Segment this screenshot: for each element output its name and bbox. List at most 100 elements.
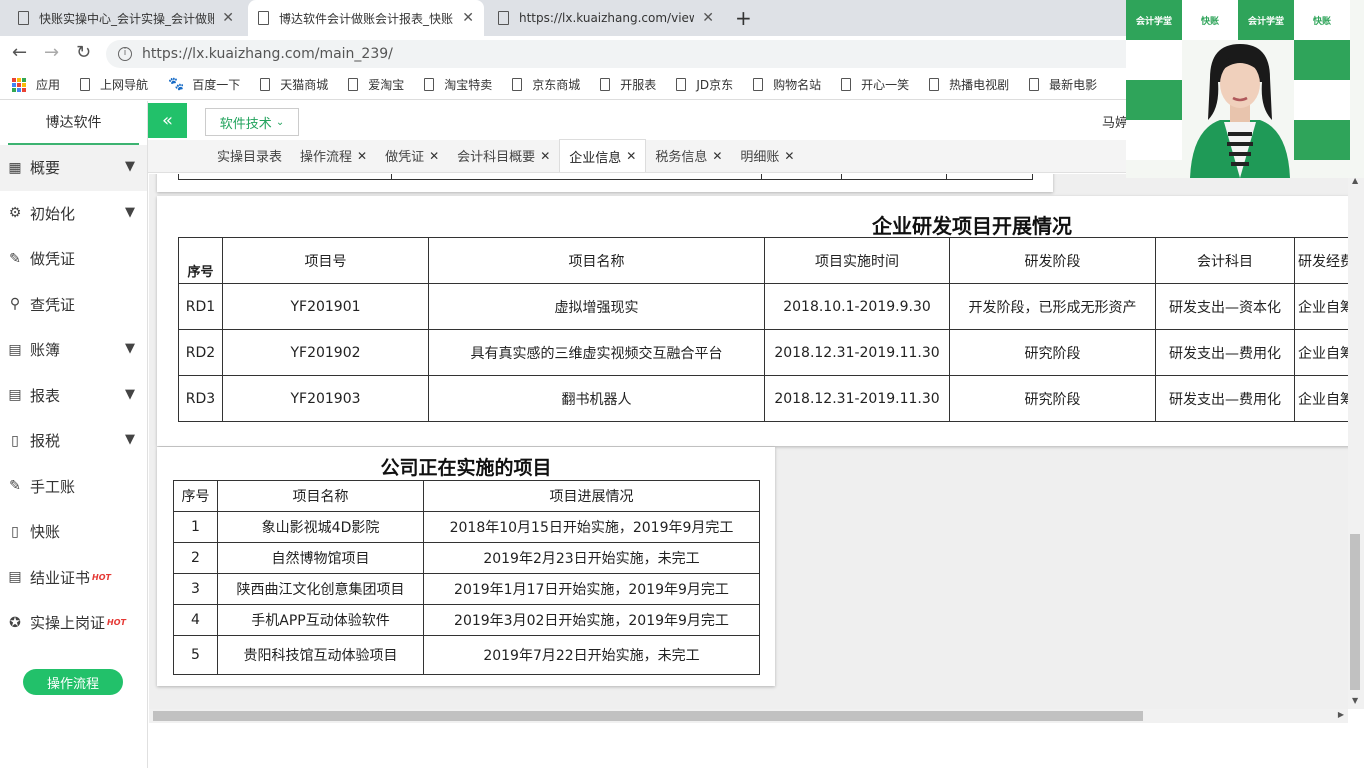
column-header: 研发阶段 [949, 237, 1156, 284]
table-cell: 3 [173, 573, 218, 605]
tab-make-voucher[interactable]: 做凭证 ✕ [376, 139, 448, 172]
bookmark-label: 热播电视剧 [949, 78, 1010, 92]
rd-section-title: 企业研发项目开展情况 [872, 214, 1072, 238]
logo-tile [1126, 80, 1182, 120]
browser-tab-active[interactable]: 博达软件会计做账会计报表_快账 ✕ [248, 0, 484, 36]
table-row: 2 自然博物馆项目 2019年2月23日开始实施，未完工 [173, 542, 760, 574]
tab-catalog[interactable]: 实操目录表 [208, 139, 291, 172]
bookmark-item[interactable]: JD京东 [676, 76, 733, 93]
table-cell: 2018.12.31-2019.11.30 [764, 329, 950, 376]
bookmark-apps[interactable]: 应用 [12, 76, 60, 93]
sidebar-item-ledger[interactable]: ▤ 账簿 ▼ [0, 327, 147, 373]
close-icon[interactable]: ✕ [462, 10, 474, 26]
scrollbar-thumb[interactable] [153, 711, 1143, 721]
reload-icon[interactable]: ↻ [76, 42, 91, 63]
bookmark-item[interactable]: 天猫商城 [260, 76, 328, 93]
table-row: RD2 YF201902 具有真实感的三维虚实视频交互融合平台 2018.12.… [178, 329, 1348, 376]
tab-tax-info[interactable]: 税务信息 ✕ [646, 139, 731, 172]
tab-detail-ledger[interactable]: 明细账 ✕ [731, 139, 803, 172]
bookmark-item[interactable]: 🐾 百度一下 [168, 76, 240, 93]
rd-projects-card: 企业研发项目开展情况 序号 项目号 项目名称 项目实施时间 研发阶段 会计科目 … [157, 196, 1348, 446]
sidebar-item-kuaizhang[interactable]: ▯ 快账 [0, 509, 147, 555]
divider [946, 174, 947, 180]
table-cell: RD1 [178, 283, 223, 330]
badge-icon: ✪ [9, 614, 21, 631]
forward-icon[interactable]: → [44, 42, 59, 63]
browser-tab[interactable]: 快账实操中心_会计实操_会计做账 ✕ [8, 0, 244, 36]
close-icon[interactable]: ✕ [712, 149, 722, 163]
sidebar-item-tax[interactable]: ▯ 报税 ▼ [0, 418, 147, 464]
sidebar-item-query-voucher[interactable]: ⚲ 查凭证 [0, 282, 147, 328]
sidebar-item-label: 结业证书 [30, 568, 91, 587]
info-icon[interactable]: i [118, 47, 132, 61]
chevron-down-icon: ▼ [125, 159, 135, 174]
sidebar-item-overview[interactable]: ▦ 概要 ▼ [0, 145, 147, 191]
sidebar-item-certificate[interactable]: ▤ 结业证书 HOT [0, 555, 147, 601]
page-icon [258, 11, 269, 25]
presenter-video [1190, 44, 1290, 178]
table-cell: 企业自筹 [1294, 329, 1348, 376]
vertical-scrollbar[interactable]: ▲ ▼ [1348, 174, 1364, 709]
table-cell: 2019年3月02日开始实施，2019年9月完工 [423, 604, 760, 636]
horizontal-scrollbar[interactable]: ▶ [149, 709, 1348, 723]
page-icon [424, 78, 435, 91]
close-icon[interactable]: ✕ [540, 149, 550, 163]
grid-icon: ▦ [8, 159, 22, 176]
logo-tile: 会计学堂 [1238, 0, 1294, 40]
operation-flow-button[interactable]: 操作流程 [23, 669, 123, 695]
back-icon[interactable]: ← [12, 42, 27, 63]
scrollbar-thumb[interactable] [1350, 534, 1360, 690]
close-icon[interactable]: ✕ [702, 10, 714, 26]
sidebar-item-reports[interactable]: ▤ 报表 ▼ [0, 373, 147, 419]
bookmark-label: 最新电影 [1049, 78, 1098, 92]
close-icon[interactable]: ✕ [429, 149, 439, 163]
table-cell: 开发阶段，已形成无形资产 [949, 283, 1156, 330]
sidebar-item-manual[interactable]: ✎ 手工账 [0, 464, 147, 510]
bookmark-item[interactable]: 热播电视剧 [929, 76, 1009, 93]
sidebar-item-init[interactable]: ⚙ 初始化 ▼ [0, 191, 147, 237]
bookmark-item[interactable]: 最新电影 [1029, 76, 1097, 93]
browser-tab[interactable]: https://lx.kuaizhang.com/view/ ✕ [488, 0, 724, 36]
gear-icon: ⚙ [8, 205, 22, 222]
projects-section-title: 公司正在实施的项目 [380, 457, 552, 479]
table-bottom-edge [178, 174, 1033, 180]
paw-icon: 🐾 [168, 77, 185, 92]
tab-operation-flow[interactable]: 操作流程 ✕ [291, 139, 376, 172]
table-cell: 陕西曲江文化创意集团项目 [217, 573, 424, 605]
bookmark-item[interactable]: 爱淘宝 [348, 76, 404, 93]
chevron-down-icon: ▼ [125, 432, 135, 447]
scroll-right-icon[interactable]: ▶ [1338, 710, 1344, 719]
bookmark-label: 开心一笑 [861, 78, 910, 92]
sidebar-item-job-cert[interactable]: ✪ 实操上岗证 HOT [0, 600, 147, 646]
sidebar-item-label: 查凭证 [30, 295, 76, 314]
search-icon: ⚲ [9, 296, 21, 313]
chevron-down-icon: ▼ [125, 204, 135, 220]
bookmark-item[interactable]: 淘宝特卖 [424, 76, 492, 93]
table-cell: 2019年1月17日开始实施，2019年9月完工 [423, 573, 760, 605]
table-cell: 5 [173, 635, 218, 675]
close-icon[interactable]: ✕ [357, 149, 367, 163]
bookmark-item[interactable]: 购物名站 [753, 76, 821, 93]
bookmark-item[interactable]: 开心一笑 [841, 76, 909, 93]
bookmark-item[interactable]: 上网导航 [80, 76, 148, 93]
scroll-down-icon[interactable]: ▼ [1352, 696, 1358, 705]
sidebar-item-label: 概要 [30, 159, 61, 178]
bookmark-item[interactable]: 京东商城 [512, 76, 580, 93]
sidebar-item-make-voucher[interactable]: ✎ 做凭证 [0, 236, 147, 282]
tab-account-overview[interactable]: 会计科目概要 ✕ [448, 139, 559, 172]
page-icon [498, 11, 509, 25]
user-name[interactable]: 马婷 [1102, 112, 1128, 131]
divider [761, 174, 762, 180]
tab-company-info[interactable]: 企业信息 ✕ [559, 139, 647, 172]
table-header-row: 序号 项目名称 项目进展情况 [173, 480, 760, 512]
close-icon[interactable]: ✕ [626, 149, 636, 163]
bookmark-item[interactable]: 开服表 [600, 76, 656, 93]
bookmark-label: 天猫商城 [280, 78, 329, 92]
close-icon[interactable]: ✕ [222, 10, 234, 26]
close-icon[interactable]: ✕ [784, 149, 794, 163]
collapse-sidebar-button[interactable]: « [148, 103, 187, 138]
software-tech-dropdown[interactable]: 软件技术 ⌄ [205, 108, 299, 136]
tab-label: 操作流程 [300, 150, 353, 165]
new-tab-button[interactable]: + [735, 6, 752, 30]
page-icon [512, 78, 523, 91]
